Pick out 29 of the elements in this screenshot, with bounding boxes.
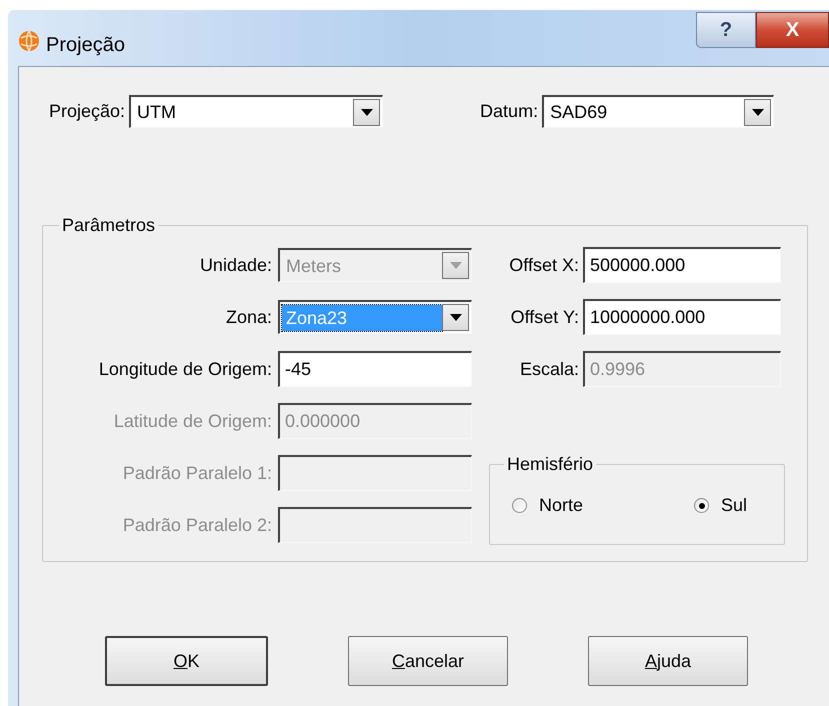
input-field[interactable]: -45 bbox=[278, 351, 472, 387]
field-label: Unidade: bbox=[198, 254, 273, 276]
field-label: Padrão Paralelo 1: bbox=[122, 462, 273, 484]
input-field[interactable]: 500000.000 bbox=[583, 247, 781, 283]
globe-icon bbox=[18, 30, 40, 52]
window-title: Projeção bbox=[46, 33, 125, 58]
field-label: Padrão Paralelo 2: bbox=[122, 514, 273, 536]
dropdown-field[interactable]: UTM bbox=[129, 95, 384, 128]
help-button[interactable]: ? bbox=[696, 12, 756, 48]
input-field[interactable]: 10000000.000 bbox=[583, 299, 781, 335]
field-label: Escala: bbox=[518, 358, 580, 380]
dialog-button[interactable]: OK bbox=[105, 636, 268, 686]
field-label: Offset Y: bbox=[510, 306, 580, 328]
radio-button[interactable] bbox=[512, 498, 527, 513]
field-label: Latitude de Origem: bbox=[112, 410, 273, 433]
group-title: Hemisfério bbox=[506, 453, 594, 476]
field-label: Offset X: bbox=[508, 254, 580, 276]
field-label: Longitude de Origem: bbox=[98, 358, 273, 381]
dropdown-field[interactable]: SAD69 bbox=[542, 95, 774, 128]
dialog-button[interactable]: Ajuda bbox=[588, 636, 748, 686]
field-label: Projeção: bbox=[49, 100, 126, 123]
group-title: Parâmetros bbox=[61, 214, 156, 237]
close-button[interactable]: X bbox=[756, 12, 829, 48]
field-label: Zona: bbox=[224, 306, 273, 328]
field-label: Datum: bbox=[480, 100, 538, 123]
dialog-button[interactable]: Cancelar bbox=[348, 636, 508, 686]
radio-option[interactable]: Sul bbox=[694, 492, 748, 519]
radio-button[interactable] bbox=[694, 498, 709, 513]
radio-option[interactable]: Norte bbox=[512, 492, 694, 519]
